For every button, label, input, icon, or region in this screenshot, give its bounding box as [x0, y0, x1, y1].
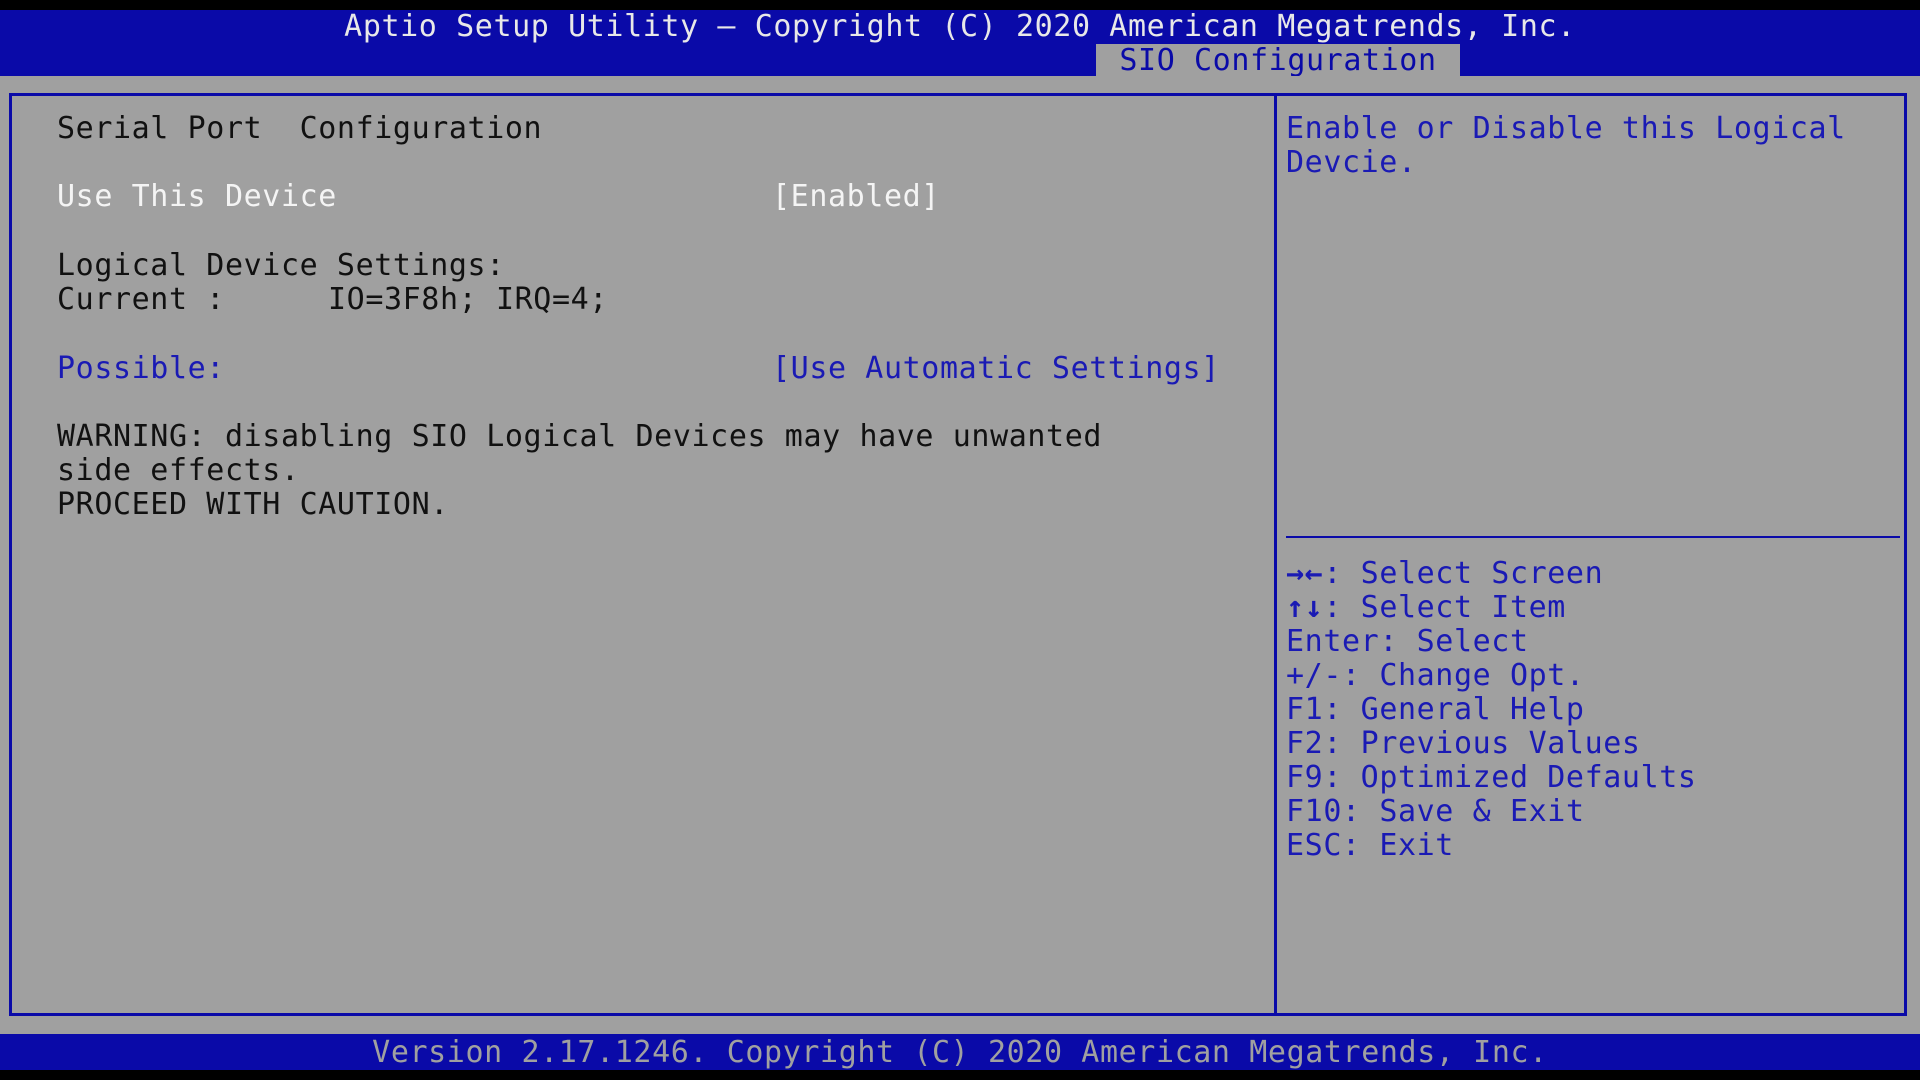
version-text: Version 2.17.1246. Copyright (C) 2020 Am… [372, 1035, 1548, 1070]
key-help-item: F1: General Help [1286, 693, 1585, 727]
logical-settings-label: Logical Device Settings: [57, 248, 505, 283]
key-action: : Select Screen [1323, 556, 1604, 591]
help-text-line-1: Enable or Disable this Logical [1286, 111, 1846, 146]
possible-value[interactable]: [Use Automatic Settings] [772, 352, 1220, 386]
key-name: F9 [1286, 760, 1324, 795]
key-name: F2 [1286, 726, 1324, 761]
key-name: +/- [1286, 658, 1342, 693]
arrow-up-down-icon: ↑↓ [1286, 590, 1324, 625]
key-action: : General Help [1323, 692, 1585, 727]
possible-label[interactable]: Possible: [57, 352, 225, 386]
key-help-item: Enter: Select [1286, 625, 1529, 659]
help-text-line-2: Devcie. [1286, 145, 1417, 180]
warning-line-1: WARNING: disabling SIO Logical Devices m… [57, 419, 1103, 454]
key-name: ESC [1286, 828, 1342, 863]
key-name: Enter [1286, 624, 1380, 659]
warning-line-3: PROCEED WITH CAUTION. [57, 487, 449, 522]
key-action: : Optimized Defaults [1323, 760, 1697, 795]
key-help-item: +/-: Change Opt. [1286, 659, 1585, 693]
key-action: : Save & Exit [1342, 794, 1585, 829]
key-action: : Exit [1342, 828, 1454, 863]
bios-screen: Aptio Setup Utility – Copyright (C) 2020… [0, 0, 1920, 1080]
warning-line-2: side effects. [57, 453, 300, 488]
use-device-label[interactable]: Use This Device [57, 180, 337, 214]
section-title: Serial Port Configuration [57, 111, 543, 146]
help-divider [1286, 536, 1900, 538]
key-help-item: ESC: Exit [1286, 829, 1454, 863]
key-help-item: F10: Save & Exit [1286, 795, 1585, 829]
key-action: : Change Opt. [1342, 658, 1585, 693]
utility-title: Aptio Setup Utility – Copyright (C) 2020… [344, 9, 1576, 44]
key-help-item: F2: Previous Values [1286, 727, 1641, 761]
arrow-left-right-icon: →← [1286, 556, 1324, 591]
tab-sio-configuration[interactable]: SIO Configuration [1096, 44, 1460, 78]
key-action: : Select Item [1323, 590, 1566, 625]
key-action: : Select [1379, 624, 1529, 659]
key-help-item: F9: Optimized Defaults [1286, 761, 1697, 795]
key-name: F1 [1286, 692, 1324, 727]
key-action: : Previous Values [1323, 726, 1641, 761]
key-help-item: →←: Select Screen [1286, 557, 1603, 591]
key-help-item: ↑↓: Select Item [1286, 591, 1566, 625]
current-value: IO=3F8h; IRQ=4; [328, 282, 608, 317]
use-device-value[interactable]: [Enabled] [772, 180, 940, 214]
key-name: F10 [1286, 794, 1342, 829]
content-frame [9, 93, 1907, 1016]
panel-divider [1274, 93, 1277, 1016]
current-label: Current : [57, 282, 225, 317]
